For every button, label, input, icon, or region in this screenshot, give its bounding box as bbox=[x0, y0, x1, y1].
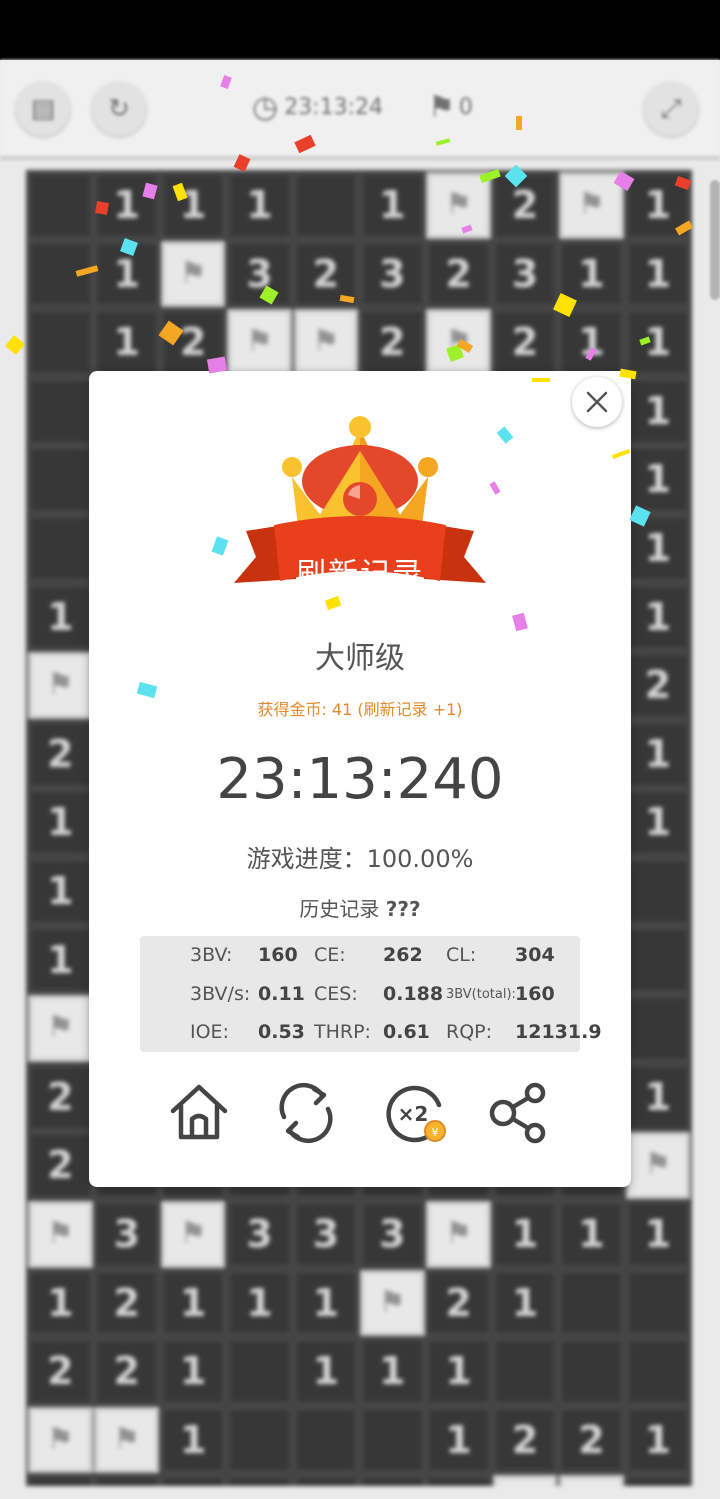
double-reward-icon: ×2 ¥ bbox=[386, 1085, 446, 1143]
final-time: 23:13:240 bbox=[216, 747, 504, 812]
stat-value: 0.11 bbox=[258, 983, 305, 1005]
coin-symbol: ¥ bbox=[432, 1126, 439, 1139]
history-value: ??? bbox=[385, 897, 421, 921]
stat-label: CE: bbox=[314, 944, 346, 966]
restart-button[interactable] bbox=[274, 1081, 338, 1145]
stat-value: 12131.9 bbox=[515, 1021, 602, 1043]
close-button[interactable] bbox=[572, 377, 622, 427]
stat-value: 0.53 bbox=[258, 1021, 305, 1043]
stat-value: 0.61 bbox=[383, 1021, 430, 1043]
stat-label: CES: bbox=[314, 983, 358, 1005]
stat-label: RQP: bbox=[446, 1021, 493, 1043]
home-button[interactable] bbox=[167, 1081, 231, 1145]
stat-label: CL: bbox=[446, 944, 477, 966]
stat-label: IOE: bbox=[190, 1021, 229, 1043]
share-button[interactable] bbox=[487, 1081, 551, 1145]
confetti-piece bbox=[516, 116, 522, 130]
double-label: ×2 bbox=[398, 1102, 429, 1126]
close-icon bbox=[586, 391, 608, 413]
dialog-actions: ×2 ¥ bbox=[89, 1081, 631, 1144]
game-progress: 游戏进度：100.00% bbox=[246, 845, 474, 873]
home-icon bbox=[170, 1084, 228, 1140]
stat-label: 3BV: bbox=[190, 944, 233, 966]
stats-panel: 3BV: 160 CE: 262 CL: 304 3BV/s: 0.11 CES… bbox=[140, 936, 602, 1052]
stat-value: 262 bbox=[383, 944, 423, 966]
confetti-piece bbox=[95, 201, 109, 215]
coins-earned: 获得金币: 41 (刷新记录 +1) bbox=[257, 700, 463, 719]
stat-label: 3BV(total): bbox=[446, 987, 516, 1002]
history-label: 历史记录 bbox=[299, 897, 380, 921]
rank-title: 大师级 bbox=[315, 641, 405, 676]
result-dialog: 刷新记录 大师级 获得金币: 41 (刷新记录 +1) 23:13:240 游戏… bbox=[89, 371, 631, 1187]
status-bar bbox=[0, 0, 720, 60]
share-icon bbox=[489, 1082, 546, 1144]
record-banner: 刷新记录 bbox=[296, 557, 424, 592]
restart-icon bbox=[279, 1083, 333, 1143]
double-reward-button[interactable]: ×2 ¥ bbox=[381, 1081, 446, 1145]
stat-label: 3BV/s: bbox=[190, 983, 251, 1005]
confetti-piece bbox=[532, 378, 550, 382]
stat-label: THRP: bbox=[314, 1021, 371, 1043]
stat-value: 160 bbox=[515, 983, 555, 1005]
stat-value: 0.188 bbox=[383, 983, 444, 1005]
stat-value: 304 bbox=[515, 944, 555, 966]
history-record: 历史记录 ??? bbox=[89, 893, 631, 922]
stat-value: 160 bbox=[258, 944, 298, 966]
